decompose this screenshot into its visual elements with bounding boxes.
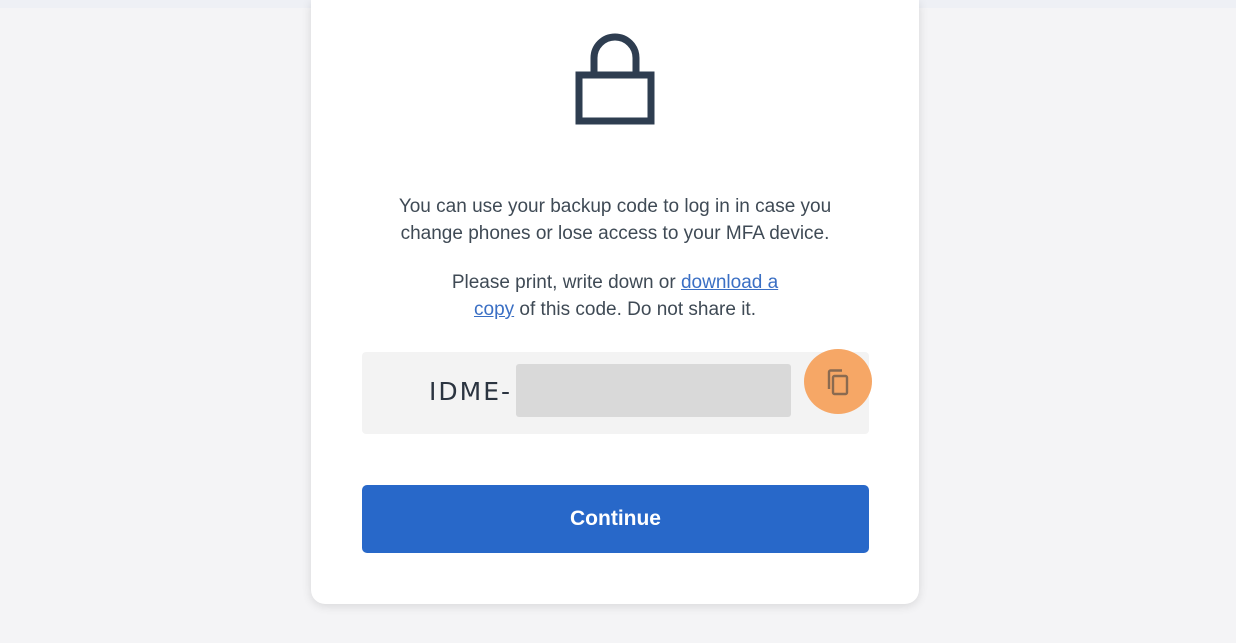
copy-icon [827,368,849,395]
backup-code-redacted [516,364,791,417]
description-line-1: You can use your backup code to log in i… [398,196,832,217]
backup-code-prefix: IDME- [429,377,513,406]
backup-code-card: You can use your backup code to log in i… [311,0,919,604]
copy-code-button[interactable] [804,349,872,414]
lock-icon [575,33,655,125]
download-copy-link[interactable]: download a [681,272,778,293]
download-copy-link-continued[interactable]: copy [474,299,514,320]
backup-code-description: You can use your backup code to log in i… [351,193,879,247]
instructions-text-end: of this code. Do not share it. [514,299,756,320]
backup-code-instructions: Please print, write down or download a co… [351,269,879,323]
download-link-part-2: copy [474,299,515,320]
backup-code-box: IDME- [362,349,872,434]
instructions-text-start: Please print, write down or [451,272,681,293]
description-line-2: change phones or lose access to your MFA… [400,223,830,244]
continue-button[interactable]: Continue [362,485,869,553]
download-link-part-1: download a [680,272,779,293]
